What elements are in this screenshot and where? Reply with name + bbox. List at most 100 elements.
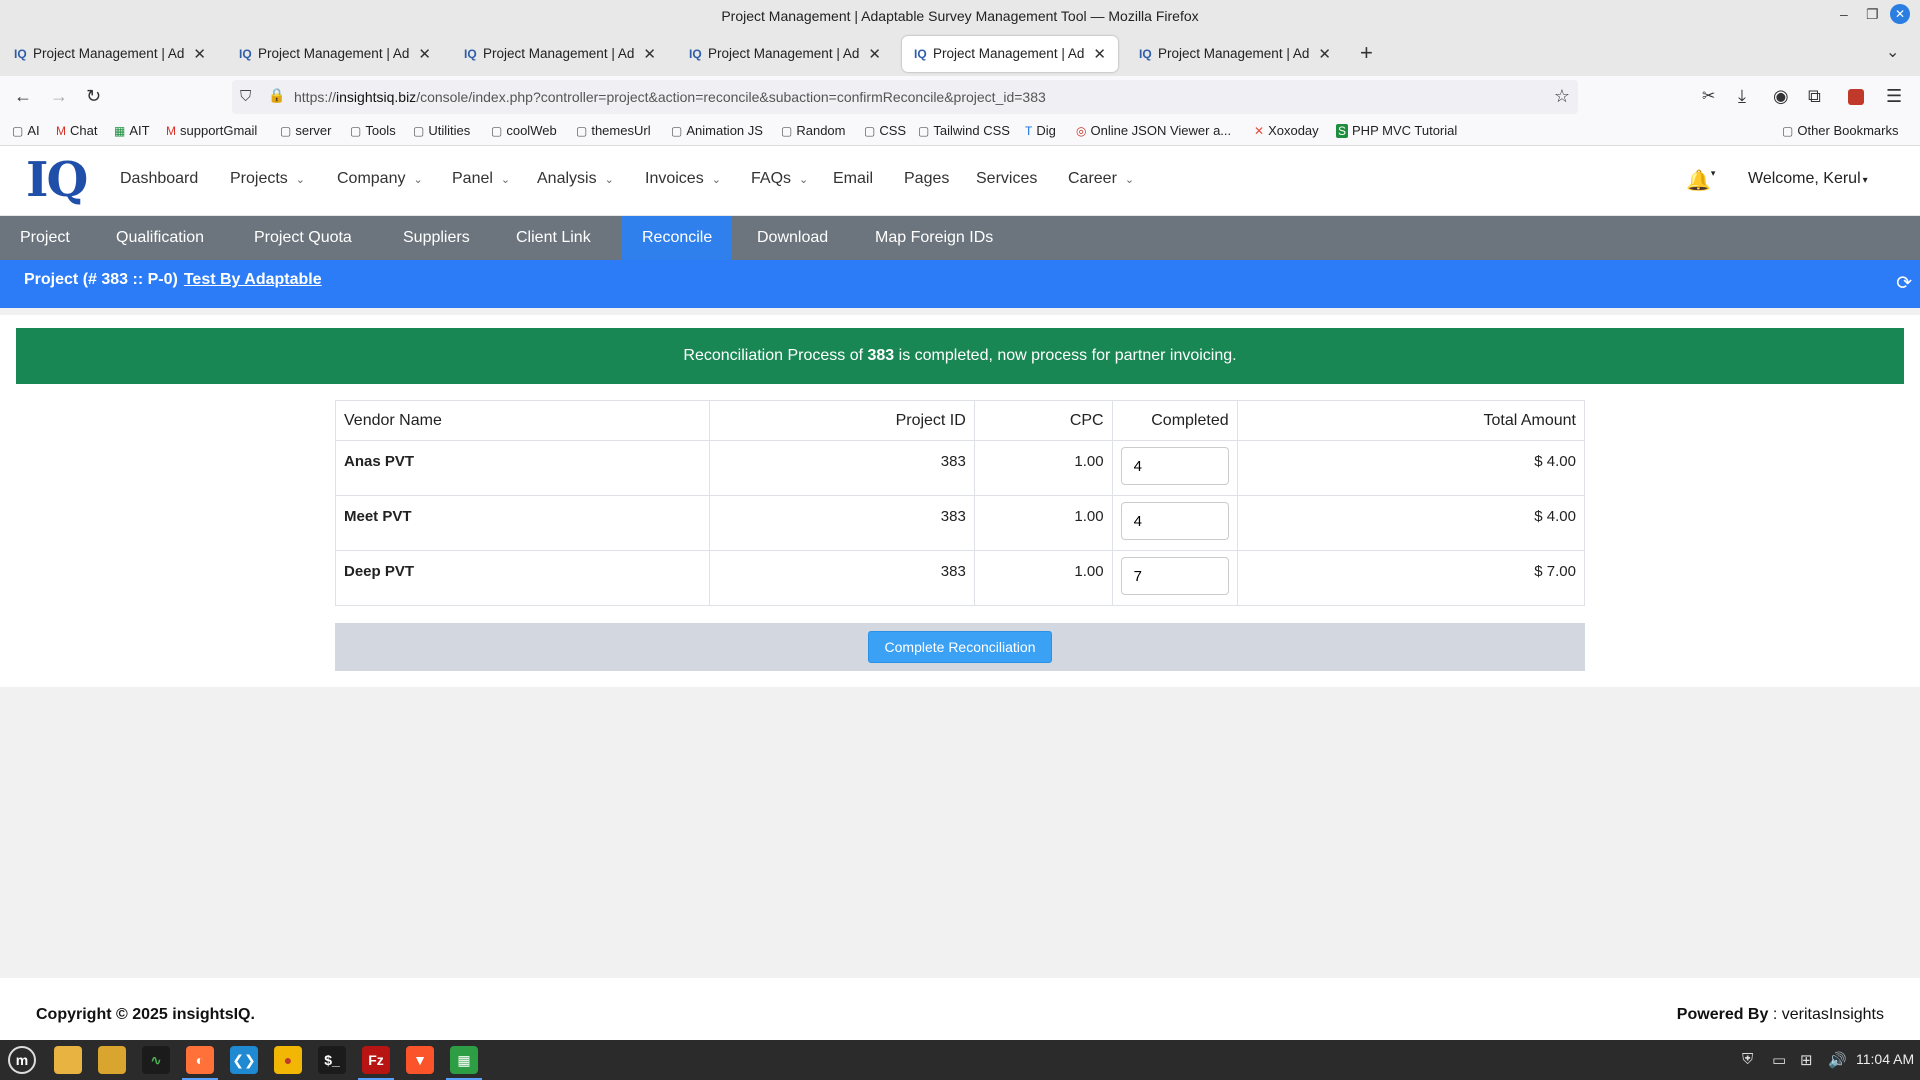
bookmark-item[interactable]: ✕ Xoxoday xyxy=(1254,123,1319,138)
bookmark-item[interactable]: ▢ Tools xyxy=(350,123,396,138)
tab-close-icon[interactable]: ✕ xyxy=(1318,45,1331,63)
bookmark-item[interactable]: ▢ server xyxy=(280,123,331,138)
tab-close-icon[interactable]: ✕ xyxy=(1093,45,1106,63)
bookmark-item[interactable]: ▢ Random xyxy=(781,123,845,138)
account-icon[interactable]: ◉ xyxy=(1773,86,1789,107)
screenshot-icon[interactable]: ✂ xyxy=(1702,86,1715,106)
nav-email[interactable]: Email xyxy=(833,170,873,188)
start-menu-icon[interactable]: m xyxy=(8,1046,36,1074)
subnav-project-quota[interactable]: Project Quota xyxy=(234,216,372,260)
back-button[interactable]: ← xyxy=(14,86,32,107)
bookmark-item[interactable]: T Dig xyxy=(1025,123,1056,138)
complete-reconciliation-button[interactable]: Complete Reconciliation xyxy=(868,631,1052,663)
browser-tab[interactable]: IQ Project Management | Adaptable Survey … xyxy=(1127,36,1343,72)
brave-icon[interactable]: ▼ xyxy=(406,1046,434,1074)
bookmark-item[interactable]: M Chat xyxy=(56,123,97,138)
firefox-icon[interactable]: ◐ xyxy=(182,1046,218,1080)
files-icon[interactable] xyxy=(54,1046,82,1074)
refresh-icon[interactable]: ⟳ xyxy=(1896,272,1912,295)
menu-icon[interactable]: ☰ xyxy=(1886,86,1902,107)
subnav-suppliers[interactable]: Suppliers xyxy=(383,216,490,260)
extension-icon[interactable] xyxy=(1848,89,1864,105)
spreadsheet-icon[interactable]: ▦ xyxy=(446,1046,482,1080)
subnav-project[interactable]: Project xyxy=(0,216,90,260)
minimize-button[interactable]: – xyxy=(1840,6,1848,22)
browser-tab-active[interactable]: IQ Project Management | Adaptable Survey … xyxy=(902,36,1118,72)
completed-input[interactable] xyxy=(1120,502,1229,540)
nav-services[interactable]: Services xyxy=(976,170,1037,188)
system-monitor-icon[interactable]: ∿ xyxy=(142,1046,170,1074)
close-window-button[interactable]: ✕ xyxy=(1890,4,1910,24)
bookmark-item[interactable]: ▢ Animation JS xyxy=(671,123,763,138)
completed-input[interactable] xyxy=(1120,447,1229,485)
new-tab-button[interactable]: + xyxy=(1360,40,1373,66)
lock-icon[interactable]: 🔒 xyxy=(268,87,285,104)
nav-projects[interactable]: Projects ⌄ xyxy=(230,170,305,188)
tab-label: Project Management | Adaptable Survey Ma… xyxy=(708,46,860,61)
bookmark-item[interactable]: ▢ AI xyxy=(12,123,40,138)
nav-company[interactable]: Company ⌄ xyxy=(337,170,423,188)
filezilla-icon[interactable]: Fz xyxy=(358,1046,394,1080)
address-bar[interactable]: ⛉ 🔒 https://insightsiq.biz/console/index… xyxy=(232,80,1578,114)
browser-tab[interactable]: IQ Project Management | Adaptable Survey … xyxy=(452,36,668,72)
folder-icon: ▢ xyxy=(12,124,24,138)
user-menu[interactable]: Welcome, Kerul ▾ xyxy=(1748,170,1868,188)
browser-tab[interactable]: IQ Project Management | Adaptable Survey … xyxy=(227,36,443,72)
powered-by-text: Powered By : veritasInsights xyxy=(1676,1006,1884,1023)
tab-list-chevron-icon[interactable]: ⌄ xyxy=(1886,42,1899,62)
nav-faqs[interactable]: FAQs ⌄ xyxy=(751,170,808,188)
app-logo[interactable]: IQ xyxy=(26,152,88,208)
nav-career[interactable]: Career ⌄ xyxy=(1068,170,1134,188)
bookmark-item[interactable]: ▢ coolWeb xyxy=(491,123,557,138)
tab-close-icon[interactable]: ✕ xyxy=(643,45,656,63)
browser-tab[interactable]: IQ Project Management | Adaptable Survey … xyxy=(2,36,218,72)
chevron-down-icon: ⌄ xyxy=(604,174,614,186)
nav-dashboard[interactable]: Dashboard xyxy=(120,170,198,188)
url-text[interactable]: https://insightsiq.biz/console/index.php… xyxy=(294,89,1046,105)
nav-analysis[interactable]: Analysis ⌄ xyxy=(537,170,614,188)
app-icon[interactable]: ● xyxy=(274,1046,302,1074)
nav-panel[interactable]: Panel ⌄ xyxy=(452,170,510,188)
project-name-link[interactable]: Test By Adaptable xyxy=(184,271,322,288)
subnav-client-link[interactable]: Client Link xyxy=(496,216,611,260)
security-tray-icon[interactable]: ⛨ xyxy=(1742,1051,1753,1068)
volume-tray-icon[interactable]: 🔊 xyxy=(1828,1051,1847,1069)
tab-close-icon[interactable]: ✕ xyxy=(868,45,881,63)
browser-tab[interactable]: IQ Project Management | Adaptable Survey … xyxy=(677,36,893,72)
tab-close-icon[interactable]: ✕ xyxy=(193,45,206,63)
tab-close-icon[interactable]: ✕ xyxy=(418,45,431,63)
vendor-name: Meet PVT xyxy=(334,495,711,551)
forward-button[interactable]: → xyxy=(50,86,68,107)
bookmark-item[interactable]: ▢ themesUrl xyxy=(576,123,651,138)
clipboard-tray-icon[interactable]: ▭ xyxy=(1772,1051,1786,1069)
folder-icon[interactable] xyxy=(98,1046,126,1074)
reload-button[interactable]: ↻ xyxy=(86,86,101,107)
bookmark-item[interactable]: MsupportGmail xyxy=(166,123,257,138)
subnav-qualification[interactable]: Qualification xyxy=(96,216,224,260)
downloads-icon[interactable]: ⤓ xyxy=(1738,86,1746,107)
extensions-icon[interactable]: ⧉ xyxy=(1808,86,1821,107)
bookmark-star-icon[interactable]: ☆ xyxy=(1554,86,1570,107)
bookmark-item[interactable]: ▢ Other Bookmarks xyxy=(1782,123,1899,138)
bookmark-item[interactable]: S PHP MVC Tutorial xyxy=(1336,123,1457,138)
subnav-reconcile[interactable]: Reconcile xyxy=(622,216,733,260)
bookmark-item[interactable]: ◎ Online JSON Viewer a... xyxy=(1076,123,1231,138)
bookmark-item[interactable]: ▢ Utilities xyxy=(413,123,470,138)
nav-pages[interactable]: Pages xyxy=(904,170,949,188)
terminal-icon[interactable]: $_ xyxy=(318,1046,346,1074)
maximize-button[interactable]: ❐ xyxy=(1866,6,1879,23)
shield-icon[interactable]: ⛉ xyxy=(240,88,251,105)
subnav-map-foreign-ids[interactable]: Map Foreign IDs xyxy=(855,216,1013,260)
main-content: Reconciliation Process of 383 is complet… xyxy=(0,315,1920,687)
bookmark-item[interactable]: ▦ AIT xyxy=(114,123,150,138)
subnav-download[interactable]: Download xyxy=(737,216,848,260)
nav-invoices[interactable]: Invoices ⌄ xyxy=(645,170,721,188)
bookmark-item[interactable]: ▢ Tailwind CSS xyxy=(918,123,1010,138)
bookmark-item[interactable]: ▢ CSS xyxy=(864,123,906,138)
network-tray-icon[interactable]: ⊞ xyxy=(1800,1051,1813,1069)
vscode-icon[interactable]: ❮❯ xyxy=(230,1046,258,1074)
folder-icon: ▢ xyxy=(280,124,292,138)
completed-input[interactable] xyxy=(1120,557,1229,595)
taskbar-clock[interactable]: 11:04 AM xyxy=(1856,1051,1914,1067)
notification-bell-icon[interactable]: 🔔▾ xyxy=(1686,168,1715,193)
